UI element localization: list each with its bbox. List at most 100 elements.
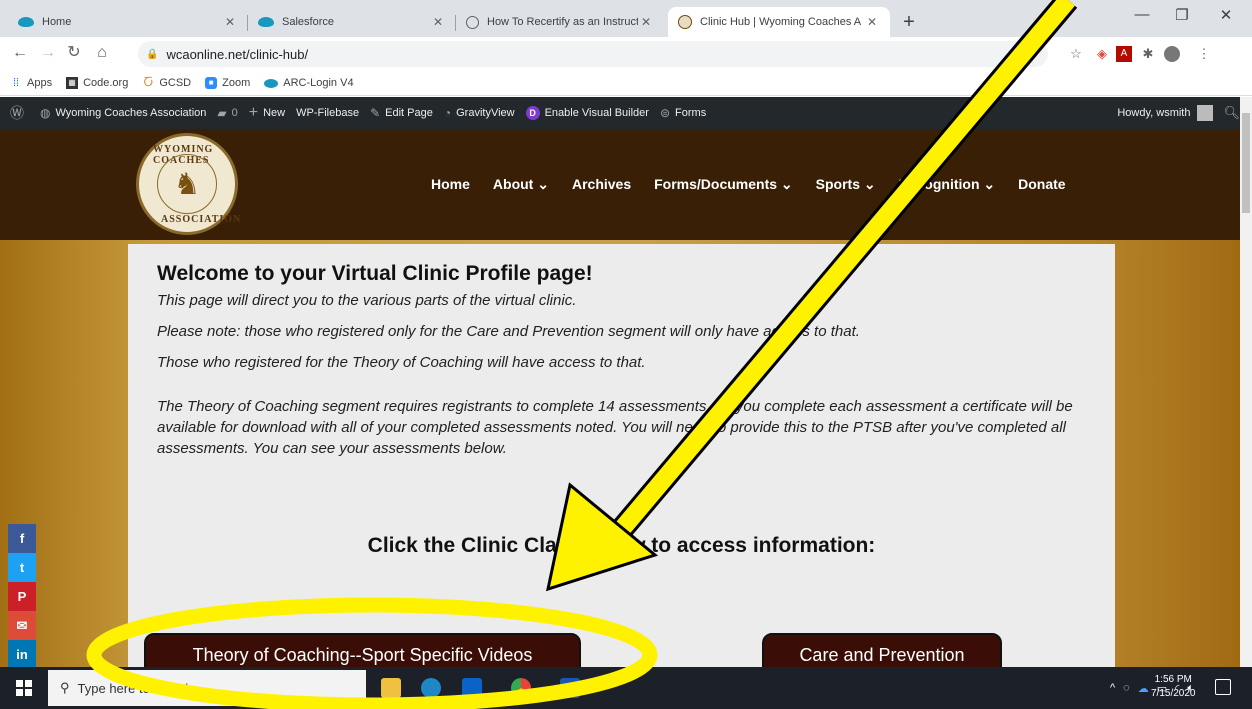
wp-account[interactable]: Howdy, wsmith 🔍︎ (1117, 97, 1240, 129)
wp-site-name[interactable]: ◍ Wyoming Coaches Association (40, 106, 206, 120)
nav-donate[interactable]: Donate (1018, 176, 1065, 193)
close-icon[interactable]: ✕ (222, 15, 238, 29)
back-icon[interactable]: ← (10, 45, 30, 61)
care-note-paragraph: Please note: those who registered only f… (157, 323, 860, 340)
network-icon[interactable]: ◌ (1123, 682, 1130, 694)
assessment-paragraph: The Theory of Coaching segment requires … (157, 398, 1073, 457)
nav-about[interactable]: About ⌄ (493, 176, 549, 193)
star-icon[interactable]: ☆ (1068, 46, 1084, 62)
forms-icon: ⊜ (659, 106, 671, 120)
forward-icon[interactable]: → (38, 45, 58, 61)
profile-avatar-icon[interactable] (1164, 46, 1180, 62)
close-icon[interactable]: ✕ (430, 15, 446, 29)
twitter-share-icon[interactable]: t (8, 553, 36, 582)
url-text: wcaonline.net/clinic-hub/ (166, 46, 309, 62)
intro-paragraph: This page will direct you to the various… (157, 292, 577, 309)
chevron-up-icon[interactable]: ^ (1110, 682, 1115, 694)
minimize-button[interactable]: — (1122, 6, 1162, 23)
tab-salesforce[interactable]: Salesforce ✕ (248, 7, 456, 37)
wp-visual-builder[interactable]: D Enable Visual Builder (525, 106, 649, 120)
wca-logo-icon (678, 15, 692, 29)
linkedin-share-icon[interactable]: in (8, 640, 36, 669)
click-instruction-heading: Click the Clinic Class below to access i… (367, 534, 876, 557)
address-bar[interactable]: 🔒 wcaonline.net/clinic-hub/ (138, 41, 1048, 67)
pinterest-share-icon[interactable]: P (8, 582, 36, 611)
nav-home[interactable]: Home (431, 176, 470, 193)
scrollbar-thumb[interactable] (1242, 113, 1250, 213)
outlook-icon[interactable] (462, 678, 482, 698)
theory-note-paragraph: Those who registered for the Theory of C… (157, 354, 646, 371)
windows-taskbar: ⚲ Type here to search ^ ◌ ☁ ▭ ◜ 🔈︎ 1:56 … (0, 667, 1252, 709)
bookmark-arc-login[interactable]: ARC-Login V4 (264, 77, 354, 89)
comment-icon: ▰ (217, 106, 227, 120)
bookmark-codeorg[interactable]: ▦ Code.org (66, 77, 128, 89)
chrome-icon[interactable] (511, 678, 531, 698)
home-icon[interactable]: ⌂ (92, 45, 112, 61)
close-window-button[interactable]: ✕ (1206, 6, 1246, 24)
salesforce-cloud-icon (258, 17, 274, 27)
tab-title: Clinic Hub | Wyoming Coaches A (700, 16, 862, 28)
word-icon[interactable] (560, 678, 580, 698)
bookmark-zoom[interactable]: ■ Zoom (205, 77, 250, 89)
divi-icon: D (525, 106, 540, 120)
facebook-share-icon[interactable]: f (8, 524, 36, 553)
globe-icon (466, 15, 479, 29)
tab-recertify[interactable]: How To Recertify as an Instructor ✕ (456, 7, 664, 37)
site-logo[interactable]: WYOMING COACHES ♞ ASSOCIATION (136, 133, 242, 235)
gravityview-icon: ◔ (443, 106, 452, 120)
file-explorer-icon[interactable] (381, 678, 401, 698)
taskbar-search[interactable]: ⚲ Type here to search (48, 670, 366, 706)
bucking-horse-icon: ♞ (157, 154, 217, 214)
bookmarks-bar: ⁞⁞ Apps ▦ Code.org Ⴀ GCSD ■ Zoom ARC-Login V… (0, 71, 1252, 96)
nav-forms-documents[interactable]: Forms/Documents ⌄ (654, 176, 793, 193)
tab-home[interactable]: Home ✕ (8, 7, 248, 37)
puzzle-icon[interactable]: ✱ (1140, 46, 1156, 62)
email-share-icon[interactable]: ✉ (8, 611, 36, 640)
user-avatar (1197, 105, 1214, 121)
salesforce-cloud-icon (264, 78, 279, 88)
close-icon[interactable]: ✕ (638, 15, 654, 29)
wp-new[interactable]: + New (249, 104, 285, 122)
social-share-bar: f t P ✉ in (8, 524, 36, 669)
wp-filebase[interactable]: WP-Filebase (296, 107, 359, 119)
content-panel: Welcome to your Virtual Clinic Profile p… (128, 244, 1115, 677)
acrobat-icon[interactable]: A (1116, 46, 1132, 62)
address-row: ← → ↻ ⌂ 🔒 wcaonline.net/clinic-hub/ ☆ ◈ … (0, 37, 1252, 71)
wp-admin-bar: Ⓦ ◍ Wyoming Coaches Association ▰ 0 + New W… (0, 97, 1252, 129)
page-scrollbar[interactable] (1240, 97, 1252, 667)
apps-grid-icon: ⁞⁞ (12, 77, 20, 89)
notification-icon[interactable] (1215, 679, 1231, 695)
extension-cast-icon[interactable]: ◈ (1094, 46, 1110, 62)
taskbar-clock[interactable]: 1:56 PM 7/15/2020 (1151, 673, 1196, 701)
page-title: Welcome to your Virtual Clinic Profile p… (157, 262, 593, 285)
search-icon[interactable]: 🔍︎ (1223, 105, 1240, 121)
search-icon: ⚲ (60, 680, 70, 695)
zoom-icon: ■ (205, 77, 218, 89)
tab-title: How To Recertify as an Instructor (487, 16, 638, 28)
wp-comments[interactable]: ▰ 0 (217, 106, 237, 120)
dashboard-icon: ◍ (40, 106, 51, 120)
nav-archives[interactable]: Archives (572, 176, 631, 193)
windows-start-icon[interactable] (16, 680, 32, 696)
tab-clinic-hub[interactable]: Clinic Hub | Wyoming Coaches A ✕ (668, 7, 890, 37)
onedrive-icon[interactable]: ☁ (1138, 682, 1149, 695)
wp-edit-page[interactable]: ✎ Edit Page (370, 106, 433, 120)
pencil-icon: ✎ (370, 106, 381, 120)
bookmark-gcsd[interactable]: Ⴀ GCSD (142, 77, 192, 89)
logo-text-bottom: ASSOCIATION (161, 214, 242, 225)
salesforce-cloud-icon (18, 17, 34, 27)
nav-sports[interactable]: Sports ⌄ (816, 176, 876, 193)
close-icon[interactable]: ✕ (864, 15, 880, 29)
bookmark-apps[interactable]: ⁞⁞ Apps (10, 77, 52, 89)
new-tab-button[interactable]: + (897, 11, 921, 34)
wp-gravityview[interactable]: ◔ GravityView (444, 106, 515, 120)
wp-forms[interactable]: ⊜ Forms (660, 106, 706, 120)
edge-icon[interactable] (421, 678, 441, 698)
menu-dots-icon[interactable]: ⋮ (1196, 46, 1212, 62)
restore-button[interactable]: ❐ (1162, 6, 1202, 24)
gcsd-icon: Ⴀ (143, 77, 154, 89)
wordpress-logo-icon[interactable]: Ⓦ (10, 103, 29, 123)
nav-recognition[interactable]: Recognition ⌄ (899, 176, 996, 193)
site-header: WYOMING COACHES ♞ ASSOCIATION Home About… (0, 129, 1240, 240)
reload-icon[interactable]: ↻ (64, 45, 84, 61)
